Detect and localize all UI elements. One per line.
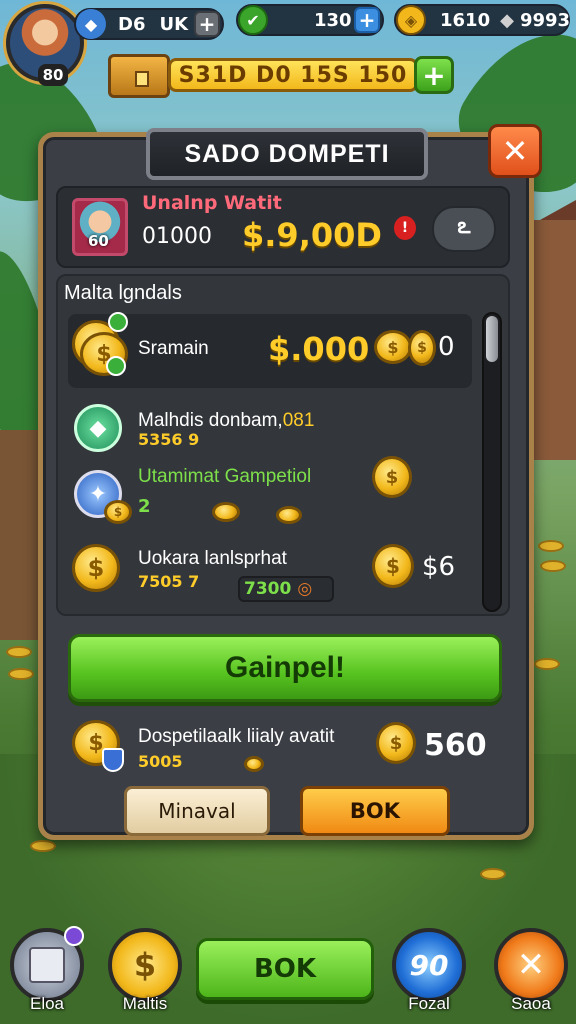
user-balance: $.9,00D [242, 216, 382, 254]
gold-coin-icon: $ [72, 544, 120, 592]
energy-pill[interactable]: ✔ 130 + [236, 4, 384, 36]
list-item-amount: $.000 [268, 330, 370, 368]
nav-item-saoa[interactable]: ✕ [494, 928, 568, 1002]
shield-badge-icon [102, 748, 124, 772]
treasure-chest-icon [108, 54, 170, 98]
gold-coin-icon: $ [372, 544, 414, 588]
boost-icon [106, 356, 126, 376]
close-button[interactable]: ✕ [488, 124, 542, 178]
list-item-sub: 5356 9 [138, 430, 200, 449]
gold-progress-bar[interactable]: S31D D0 15S 150 + [108, 54, 454, 98]
reward-value: 5005 [138, 752, 183, 771]
gold-coin-icon: $ [408, 330, 436, 366]
list-item-title: Sramain [138, 338, 209, 359]
gold-coin-icon: ◈ [396, 5, 426, 35]
gold-coin-icon: $ [374, 330, 412, 364]
dialog-title: SADO DOMPETI [146, 128, 428, 180]
scrollbar-thumb[interactable] [486, 316, 498, 362]
swirl-icon: ఽ [457, 214, 471, 239]
confirm-button[interactable]: BOK [300, 786, 450, 836]
close-icon: ✕ [516, 945, 546, 985]
gold-coin-icon [276, 506, 302, 524]
list-item-sub: 2 [138, 496, 151, 517]
player-level-badge: 80 [38, 64, 68, 86]
list-item-title: Uokara lanlsprhat [138, 548, 287, 569]
list-item-title[interactable]: Malhdis donbam,081 [138, 410, 314, 432]
gold-coin-icon [212, 502, 240, 522]
shield-gem-icon: ◆ [76, 9, 106, 39]
coin-pile [538, 540, 564, 552]
gold-coin-icon: $ [372, 456, 412, 498]
list-item-pill: 7300 ◎ [238, 576, 334, 602]
alert-icon[interactable]: ! [394, 216, 416, 240]
gold-add-button[interactable]: + [414, 56, 454, 94]
nav-item-maltis[interactable]: $ [108, 928, 182, 1002]
list-item-title: Utamimat Gampetiol [138, 466, 312, 487]
energy-leaf-icon: ✔ [238, 5, 268, 35]
gems-add-button[interactable]: + [194, 11, 220, 37]
coin-pile [540, 560, 566, 572]
boost-icon [108, 312, 128, 332]
close-icon: ✕ [501, 132, 529, 170]
nav-item-fozal[interactable]: 90 [392, 928, 466, 1002]
silver-ore-icon: ◆ [500, 9, 514, 31]
coin-pile [480, 868, 506, 880]
energy-add-button[interactable]: + [354, 7, 380, 33]
nav-badge-dot [64, 926, 84, 946]
coin-pile [6, 646, 32, 658]
nav-label-eloa: Eloa [29, 994, 65, 1013]
crate-icon [29, 947, 65, 983]
user-level: 60 [88, 232, 109, 250]
user-id: 01000 [142, 224, 212, 249]
list-item-pill-value: 7300 [244, 579, 292, 599]
primary-action-button[interactable]: Gainpel! [68, 634, 502, 702]
gold-bar-value: S31D D0 15S 150 [168, 58, 418, 92]
coin-pile [8, 668, 34, 680]
list-item-title-accent: 081 [282, 410, 315, 431]
coin-icon: ◎ [297, 579, 313, 599]
nav-label-saoa: Saoa [511, 994, 551, 1013]
user-name: Unalnp Watit [142, 192, 282, 214]
list-item-title-text: Malhdis donbam, [138, 410, 283, 431]
list-scrollbar[interactable] [482, 312, 502, 612]
list-item-count: $6 [422, 552, 456, 582]
energy-value: 130 [314, 9, 352, 31]
user-card: 60 Unalnp Watit 01000 $.9,00D ! ఽ [56, 186, 510, 268]
user-action-button[interactable]: ఽ [432, 206, 496, 252]
coin-pile [534, 658, 560, 670]
coins-pill[interactable]: ◈ 1610 ◆ 9993 [394, 4, 570, 36]
gems-label-2: UK [159, 13, 189, 35]
coin-pile [30, 840, 56, 852]
coins-value: 1610 [440, 9, 491, 31]
gems-label: D6 [118, 13, 146, 35]
nav-label-maltis: Maltis [122, 994, 168, 1013]
gems-pill[interactable]: ◆ D6 UK + [74, 8, 224, 40]
gem-badge-icon: ◆ [74, 404, 122, 452]
gold-coin-icon: $ [133, 946, 157, 984]
nav-label-fozal: Fozal [408, 994, 450, 1013]
secondary-button[interactable]: Minaval [124, 786, 270, 836]
gold-coin-icon: $ [376, 722, 416, 764]
silver-value: 9993 [519, 9, 571, 31]
gold-coin-icon: $ [104, 500, 132, 524]
hut [0, 430, 40, 640]
nav-center-button[interactable]: BOK [196, 938, 374, 1000]
list-item-sub: 7505 7 [138, 572, 200, 591]
reward-count: 560 [424, 728, 487, 763]
nav-badge-value: 90 [409, 948, 449, 982]
section-label: Malta lgndals [64, 282, 182, 304]
gold-coin-icon [244, 756, 264, 772]
reward-title: Dospetilaalk liialy avatit [138, 726, 335, 747]
list-item-count: 0 [438, 332, 455, 362]
